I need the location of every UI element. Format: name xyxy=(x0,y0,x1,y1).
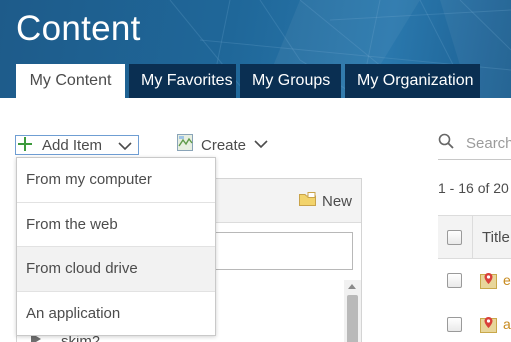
plus-icon xyxy=(16,135,36,155)
create-map-icon xyxy=(177,134,194,156)
header-banner: Content My Content My Favorites My Group… xyxy=(0,0,511,98)
create-button[interactable]: Create xyxy=(177,134,268,156)
scrollbar-thumb[interactable] xyxy=(347,295,358,342)
results-count: 1 - 16 of 20 xyxy=(438,180,509,196)
title-column-header[interactable]: Title xyxy=(482,229,510,246)
menu-item-from-cloud-drive[interactable]: From cloud drive xyxy=(17,247,215,292)
folder-filter-input[interactable] xyxy=(197,232,353,270)
select-all-checkbox[interactable] xyxy=(447,230,462,245)
content-tabs: My Content My Favorites My Groups My Org… xyxy=(16,64,484,98)
menu-item-from-the-web[interactable]: From the web xyxy=(17,203,215,247)
row-checkbox[interactable] xyxy=(447,317,462,332)
tab-my-groups[interactable]: My Groups xyxy=(240,64,341,98)
new-folder-label: New xyxy=(321,192,352,210)
tab-my-organization[interactable]: My Organization xyxy=(345,64,480,98)
table-row[interactable]: a xyxy=(438,305,511,342)
add-item-menu: From my computer From the web From cloud… xyxy=(16,157,216,336)
search-input[interactable]: Search xyxy=(466,135,511,152)
table-header: Title xyxy=(438,215,511,259)
create-label: Create xyxy=(201,136,247,154)
tab-my-favorites[interactable]: My Favorites xyxy=(129,64,236,98)
chevron-down-icon xyxy=(254,137,268,154)
row-title[interactable]: e xyxy=(503,272,511,288)
folder-list-scrollbar[interactable] xyxy=(344,280,361,342)
page-title: Content xyxy=(16,9,141,48)
add-item-button[interactable]: Add Item xyxy=(15,135,139,155)
row-title[interactable]: a xyxy=(503,316,511,332)
scroll-up-arrow-icon[interactable] xyxy=(348,284,356,289)
map-item-icon xyxy=(480,271,498,296)
new-folder-button[interactable]: New xyxy=(298,192,352,210)
tab-my-content[interactable]: My Content xyxy=(16,64,125,98)
menu-item-an-application[interactable]: An application xyxy=(17,292,215,337)
chevron-down-icon xyxy=(118,139,132,156)
row-checkbox[interactable] xyxy=(447,273,462,288)
table-row[interactable]: e xyxy=(438,261,511,305)
menu-item-from-my-computer[interactable]: From my computer xyxy=(17,158,215,203)
new-folder-icon xyxy=(298,192,316,210)
add-item-label: Add Item xyxy=(42,136,103,154)
search-icon xyxy=(438,133,454,154)
column-divider xyxy=(472,216,473,258)
search-box[interactable]: Search xyxy=(438,128,511,160)
map-item-icon xyxy=(480,315,498,340)
